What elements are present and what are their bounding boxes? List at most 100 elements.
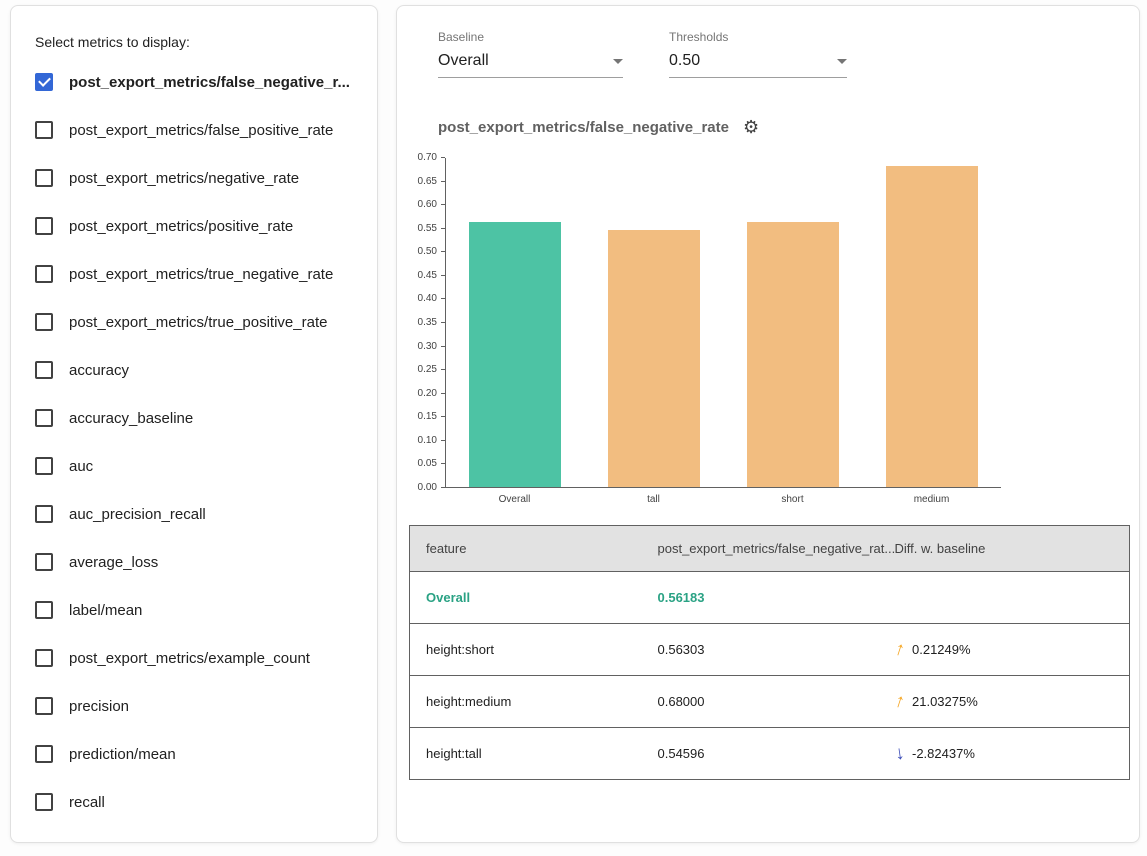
metric-checkbox-item[interactable]: post_export_metrics/true_negative_rate (35, 250, 359, 298)
checkbox-unchecked-icon[interactable] (35, 409, 53, 427)
checkbox-unchecked-icon[interactable] (35, 361, 53, 379)
metric-checkbox-item[interactable]: label/mean (35, 586, 359, 634)
metric-checkbox-item[interactable]: auc (35, 442, 359, 490)
metric-checkbox-item[interactable]: post_export_metrics/false_negative_r... (35, 58, 359, 106)
metric-checkbox-item[interactable]: post_export_metrics/true_positive_rate (35, 298, 359, 346)
controls-bar: Baseline Overall Thresholds 0.50 (438, 30, 1139, 78)
metric-label: post_export_metrics/true_negative_rate (69, 266, 333, 283)
feature-cell: Overall (410, 572, 642, 624)
y-axis-tick-label: 0.30 (407, 342, 437, 352)
metric-checkbox-item[interactable]: post_export_metrics/false_positive_rate (35, 106, 359, 154)
table-body: Overall0.56183height:short0.56303↑0.2124… (410, 572, 1130, 780)
thresholds-dropdown[interactable]: Thresholds 0.50 (669, 30, 847, 78)
chevron-down-icon[interactable] (613, 59, 623, 64)
metric-label: auc (69, 458, 93, 475)
plot-column: Overalltallshortmedium (445, 158, 1001, 505)
y-axis-tick-label: 0.45 (407, 271, 437, 281)
checkbox-unchecked-icon[interactable] (35, 793, 53, 811)
bar-slot (862, 158, 1001, 487)
table-header-col-1: post_export_metrics/false_negative_rat..… (642, 526, 879, 572)
checkbox-unchecked-icon[interactable] (35, 265, 53, 283)
y-axis-tick-label: 0.25 (407, 365, 437, 375)
table-row[interactable]: height:medium0.68000↑21.03275% (410, 676, 1130, 728)
diff-cell: ↑21.03275% (879, 676, 1130, 728)
bar-medium[interactable] (886, 166, 978, 487)
thresholds-dropdown-value-row[interactable]: 0.50 (669, 52, 847, 78)
metric-label: post_export_metrics/false_negative_r... (69, 74, 350, 91)
value-cell: 0.68000 (642, 676, 879, 728)
metric-checkbox-item[interactable]: post_export_metrics/positive_rate (35, 202, 359, 250)
metric-checkbox-item[interactable]: recall (35, 778, 359, 826)
y-axis-tick-label: 0.55 (407, 224, 437, 234)
y-axis-tick-label: 0.65 (407, 177, 437, 187)
checkbox-unchecked-icon[interactable] (35, 697, 53, 715)
y-axis-tick-label: 0.15 (407, 412, 437, 422)
y-axis-tick-label: 0.20 (407, 389, 437, 399)
checkbox-unchecked-icon[interactable] (35, 553, 53, 571)
y-axis-tick-label: 0.00 (407, 483, 437, 493)
y-axis-tick-label: 0.10 (407, 436, 437, 446)
table-row[interactable]: height:tall0.54596↓-2.82437% (410, 728, 1130, 780)
metric-checkbox-item[interactable]: average_loss (35, 538, 359, 586)
thresholds-dropdown-value: 0.50 (669, 52, 700, 70)
table-row[interactable]: height:short0.56303↑0.21249% (410, 624, 1130, 676)
diff-cell: ↓-2.82437% (879, 728, 1130, 780)
diff-cell: ↑0.21249% (879, 624, 1130, 676)
metrics-list: post_export_metrics/false_negative_r...p… (35, 58, 359, 826)
metric-label: auc_precision_recall (69, 506, 206, 523)
checkbox-unchecked-icon[interactable] (35, 313, 53, 331)
table-header-col-0: feature (410, 526, 642, 572)
metrics-select-panel: Select metrics to display: post_export_m… (10, 5, 378, 843)
bar-overall[interactable] (469, 222, 561, 487)
y-axis-tick-label: 0.35 (407, 318, 437, 328)
y-axis-tick-label: 0.50 (407, 247, 437, 257)
baseline-dropdown[interactable]: Baseline Overall (438, 30, 623, 78)
diff-cell (879, 572, 1130, 624)
checkbox-unchecked-icon[interactable] (35, 649, 53, 667)
table-header-col-2: Diff. w. baseline (879, 526, 1130, 572)
metric-label: accuracy_baseline (69, 410, 193, 427)
checkbox-unchecked-icon[interactable] (35, 601, 53, 619)
fairness-indicators-page: Select metrics to display: post_export_m… (0, 0, 1147, 856)
baseline-dropdown-value-row[interactable]: Overall (438, 52, 623, 78)
checkbox-unchecked-icon[interactable] (35, 745, 53, 763)
checkbox-unchecked-icon[interactable] (35, 169, 53, 187)
metric-label: post_export_metrics/true_positive_rate (69, 314, 327, 331)
plot-area (445, 158, 1001, 488)
thresholds-dropdown-label: Thresholds (669, 30, 847, 44)
metric-checkbox-item[interactable]: post_export_metrics/example_count (35, 634, 359, 682)
checkbox-unchecked-icon[interactable] (35, 505, 53, 523)
value-cell: 0.56303 (642, 624, 879, 676)
metric-label: accuracy (69, 362, 129, 379)
metric-label: prediction/mean (69, 746, 176, 763)
chevron-down-icon[interactable] (837, 59, 847, 64)
x-axis-label: Overall (445, 494, 584, 505)
metric-checkbox-item[interactable]: accuracy (35, 346, 359, 394)
checkbox-unchecked-icon[interactable] (35, 121, 53, 139)
metric-checkbox-item[interactable]: precision (35, 682, 359, 730)
arrow-up-icon: ↑ (892, 639, 907, 660)
diff-value: -2.82437% (912, 746, 975, 761)
metric-checkbox-item[interactable]: auc_precision_recall (35, 490, 359, 538)
gear-icon[interactable]: ⚙ (743, 118, 759, 136)
metric-label: label/mean (69, 602, 142, 619)
checkbox-unchecked-icon[interactable] (35, 217, 53, 235)
metric-checkbox-item[interactable]: accuracy_baseline (35, 394, 359, 442)
x-axis-labels: Overalltallshortmedium (445, 494, 1001, 505)
bar-tall[interactable] (608, 230, 700, 487)
metric-label: recall (69, 794, 105, 811)
metric-checkbox-item[interactable]: prediction/mean (35, 730, 359, 778)
metrics-select-title: Select metrics to display: (35, 34, 359, 50)
chart-header: post_export_metrics/false_negative_rate … (438, 118, 1139, 136)
baseline-dropdown-label: Baseline (438, 30, 623, 44)
checkbox-unchecked-icon[interactable] (35, 457, 53, 475)
table-row[interactable]: Overall0.56183 (410, 572, 1130, 624)
metric-checkbox-item[interactable]: post_export_metrics/negative_rate (35, 154, 359, 202)
y-axis-tick-label: 0.05 (407, 459, 437, 469)
metric-label: average_loss (69, 554, 158, 571)
checkbox-checked-icon[interactable] (35, 73, 53, 91)
y-axis-tick-label: 0.40 (407, 294, 437, 304)
y-axis: 0.000.050.100.150.200.250.300.350.400.45… (405, 158, 445, 488)
bar-slot (724, 158, 863, 487)
bar-short[interactable] (747, 222, 839, 487)
